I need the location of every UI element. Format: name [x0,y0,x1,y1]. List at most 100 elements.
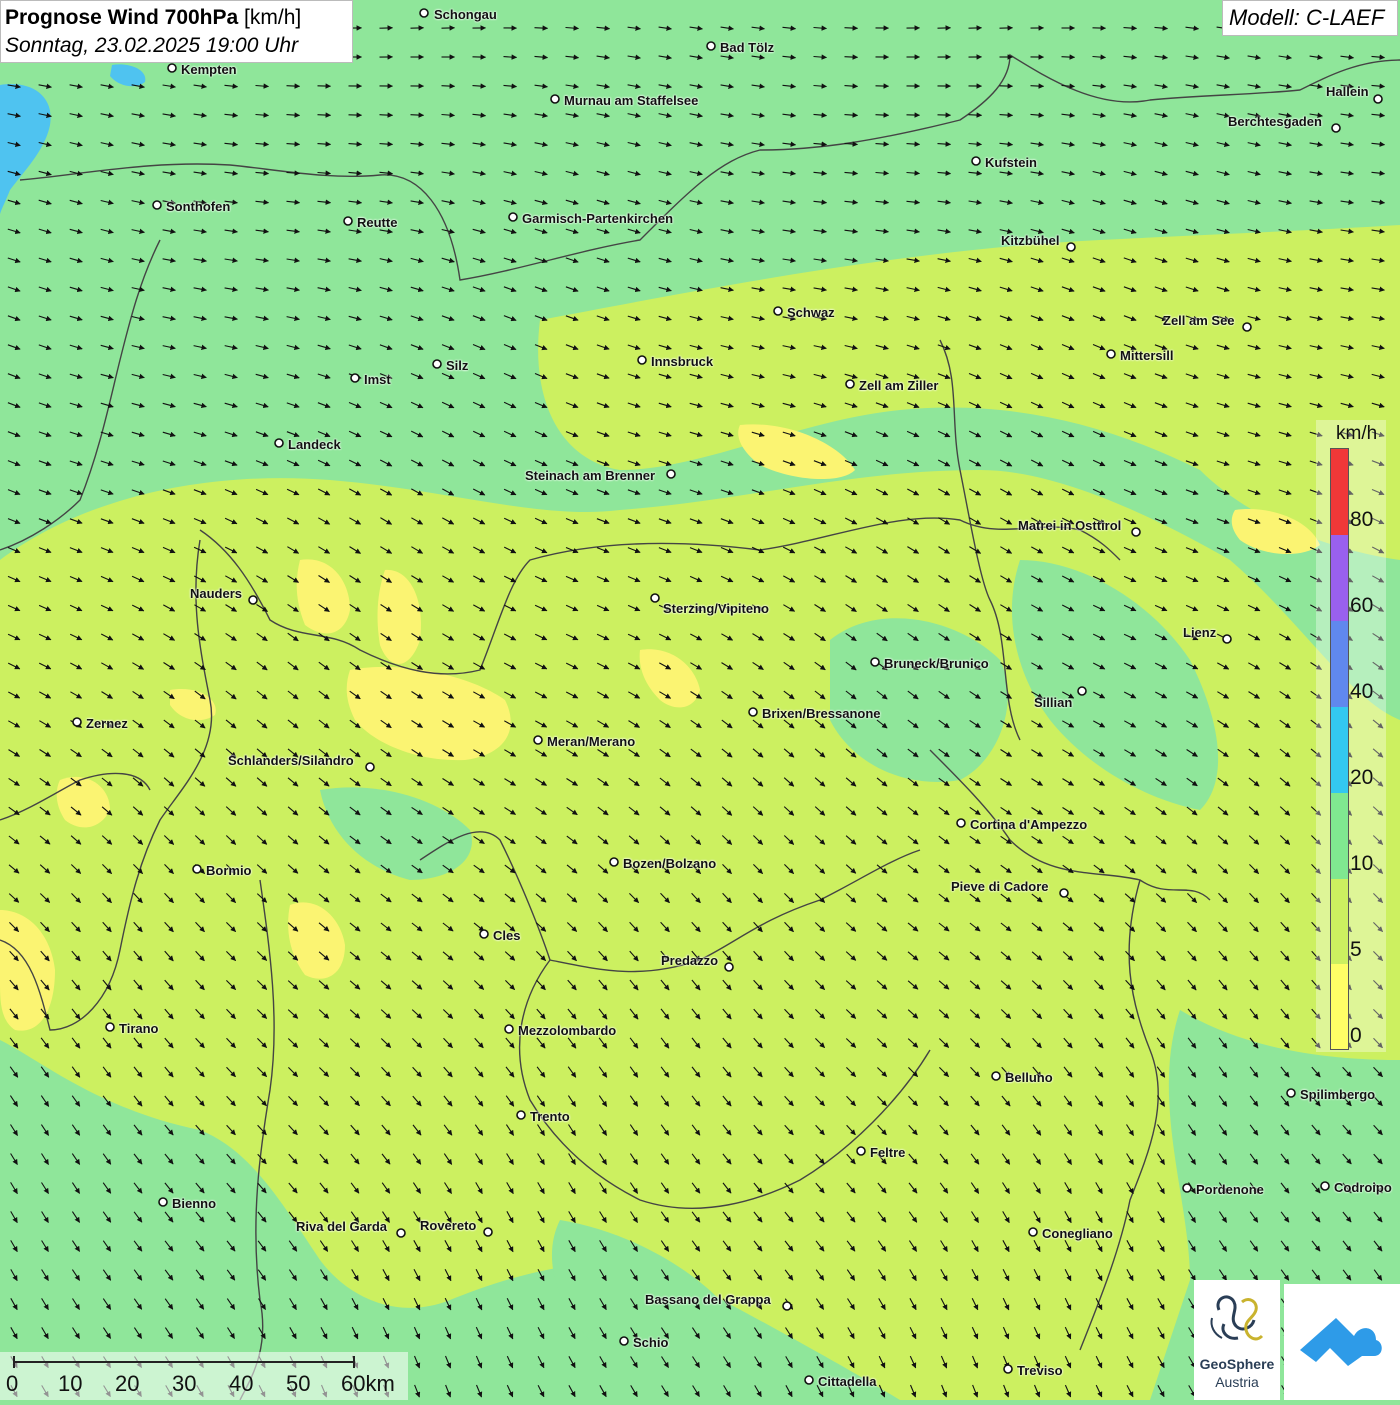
city-marker [551,95,559,103]
city-label: Kufstein [985,155,1037,170]
wind-arrow [876,115,889,116]
city-label: Imst [364,372,391,387]
legend-segment-1 [1331,879,1348,964]
legend-tick-0: 0 [1350,1024,1362,1048]
wind-arrow [535,28,548,29]
city-label: Zell am See [1163,313,1235,328]
city-marker [1321,1182,1329,1190]
city-label: Pordenone [1196,1182,1264,1197]
city-marker [857,1147,865,1155]
city-marker [1078,687,1086,695]
city-label: Bruneck/Brunico [884,656,989,671]
city-marker [73,718,81,726]
city-marker [1243,323,1251,331]
city-marker [193,865,201,873]
city-marker [774,307,782,315]
city-label: Rovereto [420,1218,476,1233]
city-marker [972,157,980,165]
city-label: Cles [493,928,520,943]
legend-tick-5: 5 [1350,938,1362,962]
city-label: Landeck [288,437,341,452]
city-marker [351,374,359,382]
map-title: Prognose Wind 700hPa [km/h] [5,4,348,32]
city-marker [366,763,374,771]
weather-app-icon [1284,1284,1400,1400]
city-marker [534,736,542,744]
city-label: Nauders [190,586,242,601]
city-label: Sterzing/Vipiteno [663,601,769,616]
city-marker [420,9,428,17]
model-label: Modell: C-LAEF [1222,0,1398,36]
city-label: Pieve di Cadore [951,879,1049,894]
map-title-main: Prognose Wind 700hPa [5,6,238,29]
wind-arrow [442,86,455,87]
city-marker [1287,1089,1295,1097]
city-marker [505,1025,513,1033]
city-marker [106,1023,114,1031]
wind-arrow [1062,57,1075,58]
city-marker [1183,1184,1191,1192]
city-marker [344,217,352,225]
city-marker [620,1337,628,1345]
city-label: Matrei in Osttirol [1018,518,1121,533]
city-marker [667,470,675,478]
city-marker [509,213,517,221]
wind-arrow [969,115,982,116]
city-marker [1067,243,1075,251]
city-label: Kempten [181,62,237,77]
city-marker [783,1302,791,1310]
city-label: Bienno [172,1196,216,1211]
city-label: Cortina d'Ampezzo [970,817,1087,832]
wind-arrow [845,57,858,58]
wind-arrow [411,115,424,116]
city-marker [638,356,646,364]
city-label: Feltre [870,1145,905,1160]
wind-arrow [287,86,300,87]
city-label: Bad Tölz [720,40,774,55]
color-legend [1330,448,1349,1050]
city-label: Lienz [1183,625,1216,640]
city-label: Codroipo [1334,1180,1392,1195]
city-label: Schlanders/Silandro [228,753,354,768]
geosphere-logo-line2: Austria [1194,1374,1280,1390]
map-title-unit: [km/h] [244,6,301,29]
city-label: Steinach am Brenner [525,468,655,483]
city-label: Garmisch-Partenkirchen [522,211,673,226]
legend-segment-5 [1331,535,1348,621]
legend-unit: km/h [1336,423,1377,445]
city-label: Innsbruck [651,354,713,369]
city-label: Riva del Garda [296,1219,387,1234]
city-label: Zell am Ziller [859,378,938,393]
city-marker [1029,1228,1037,1236]
city-marker [846,380,854,388]
city-label: Zernez [86,716,128,731]
legend-tick-80: 80 [1350,508,1373,532]
city-marker [871,658,879,666]
city-label: Brixen/Bressanone [762,706,881,721]
geosphere-logo-line1: GeoSphere [1194,1356,1280,1372]
title-box: Prognose Wind 700hPa [km/h] Sonntag, 23.… [0,0,353,63]
city-marker [484,1228,492,1236]
city-marker [749,708,757,716]
scale-label-60km: 60km [341,1371,395,1397]
city-label: Cittadella [818,1374,877,1389]
city-marker [397,1229,405,1237]
city-label: Predazzo [661,953,718,968]
city-marker [805,1376,813,1384]
city-marker [725,963,733,971]
city-marker [159,1198,167,1206]
scale-label-10: 10 [58,1371,82,1397]
city-marker [651,594,659,602]
city-label: Hallein [1326,84,1369,99]
legend-tick-40: 40 [1350,680,1373,704]
city-label: Mittersill [1120,348,1173,363]
city-marker [1223,635,1231,643]
scale-label-0: 0 [6,1371,18,1397]
legend-tick-60: 60 [1350,594,1373,618]
legend-segment-3 [1331,707,1348,793]
app-logo[interactable] [1284,1284,1400,1400]
city-marker [517,1111,525,1119]
city-label: Treviso [1017,1363,1063,1378]
legend-segment-6 [1331,449,1348,535]
city-label: Trento [530,1109,570,1124]
